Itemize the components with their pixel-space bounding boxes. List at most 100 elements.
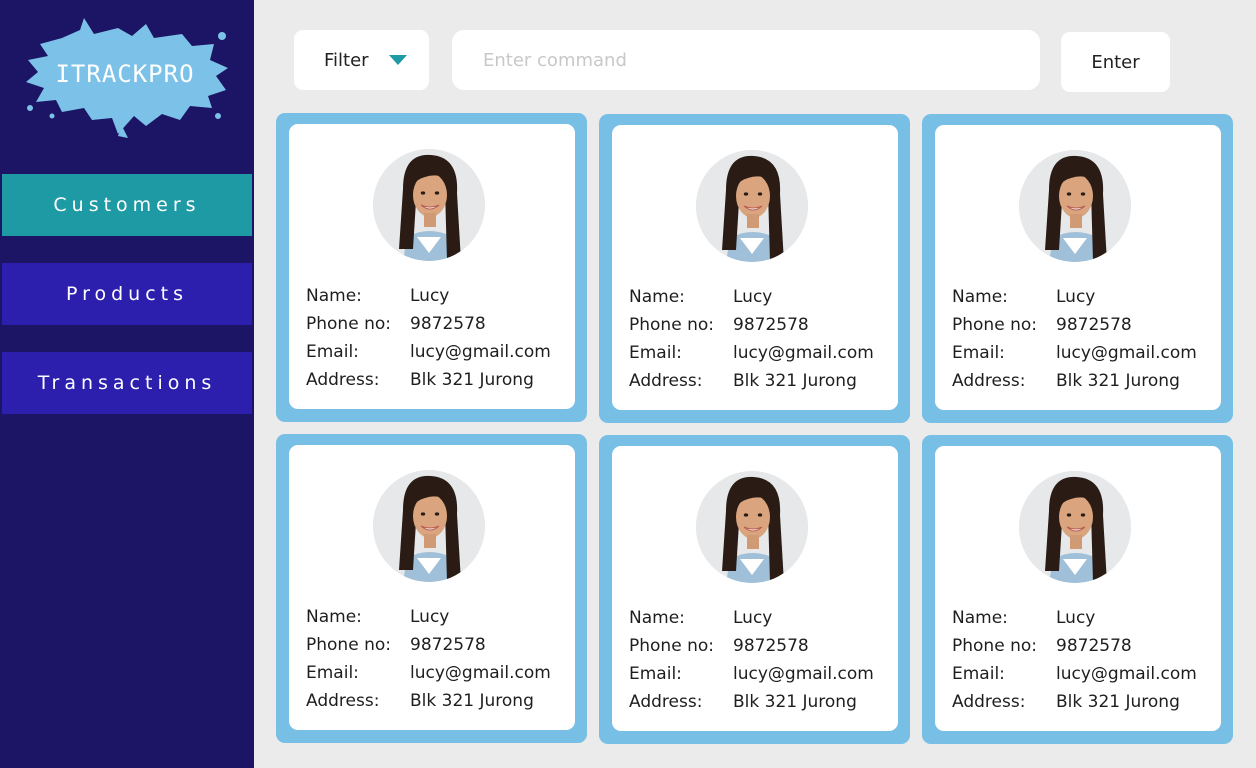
customer-phone: 9872578 — [410, 314, 486, 334]
address-label: Address: — [629, 371, 703, 391]
name-row: Name: Lucy — [952, 604, 1214, 632]
customer-address: Blk 321 Jurong — [1056, 692, 1180, 712]
phone-row: Phone no: 9872578 — [629, 632, 891, 660]
customer-card-body: Name: Lucy Phone no: 9872578 Email: lucy… — [289, 124, 575, 409]
customer-phone: 9872578 — [1056, 315, 1132, 335]
email-row: Email: lucy@gmail.com — [952, 339, 1214, 367]
filter-label: Filter — [324, 49, 369, 71]
app-logo[interactable]: iTrackPro — [22, 16, 232, 138]
customer-name: Lucy — [410, 286, 450, 306]
email-row: Email: lucy@gmail.com — [629, 660, 891, 688]
avatar-photo-icon — [373, 470, 485, 582]
name-row: Name: Lucy — [306, 282, 568, 310]
phone-label: Phone no: — [306, 314, 391, 334]
name-label: Name: — [306, 286, 362, 306]
phone-row: Phone no: 9872578 — [952, 311, 1214, 339]
email-label: Email: — [629, 664, 682, 684]
customer-card[interactable]: Name: Lucy Phone no: 9872578 Email: lucy… — [922, 114, 1233, 423]
email-row: Email: lucy@gmail.com — [306, 659, 568, 687]
customer-phone: 9872578 — [410, 635, 486, 655]
phone-label: Phone no: — [306, 635, 391, 655]
customer-email: lucy@gmail.com — [410, 342, 551, 362]
customer-card[interactable]: Name: Lucy Phone no: 9872578 Email: lucy… — [599, 114, 910, 423]
name-label: Name: — [952, 287, 1008, 307]
email-label: Email: — [952, 664, 1005, 684]
name-row: Name: Lucy — [629, 283, 891, 311]
customer-info: Name: Lucy Phone no: 9872578 Email: lucy… — [952, 604, 1214, 716]
address-row: Address: Blk 321 Jurong — [629, 367, 891, 395]
address-label: Address: — [629, 692, 703, 712]
address-label: Address: — [306, 370, 380, 390]
sidebar-item-products[interactable]: Products — [2, 263, 252, 325]
avatar — [1019, 150, 1131, 262]
customer-email: lucy@gmail.com — [1056, 343, 1197, 363]
customer-address: Blk 321 Jurong — [733, 371, 857, 391]
address-label: Address: — [952, 692, 1026, 712]
address-label: Address: — [306, 691, 380, 711]
avatar-photo-icon — [696, 150, 808, 262]
customer-info: Name: Lucy Phone no: 9872578 Email: lucy… — [306, 603, 568, 715]
email-row: Email: lucy@gmail.com — [306, 338, 568, 366]
address-row: Address: Blk 321 Jurong — [306, 687, 568, 715]
customer-email: lucy@gmail.com — [1056, 664, 1197, 684]
phone-label: Phone no: — [952, 315, 1037, 335]
customer-address: Blk 321 Jurong — [410, 691, 534, 711]
address-row: Address: Blk 321 Jurong — [952, 688, 1214, 716]
avatar — [373, 470, 485, 582]
address-row: Address: Blk 321 Jurong — [306, 366, 568, 394]
phone-row: Phone no: 9872578 — [306, 631, 568, 659]
customer-phone: 9872578 — [733, 636, 809, 656]
email-row: Email: lucy@gmail.com — [629, 339, 891, 367]
phone-row: Phone no: 9872578 — [952, 632, 1214, 660]
avatar — [696, 471, 808, 583]
name-row: Name: Lucy — [952, 283, 1214, 311]
avatar — [696, 150, 808, 262]
customer-name: Lucy — [410, 607, 450, 627]
command-input[interactable] — [452, 30, 1040, 90]
name-row: Name: Lucy — [629, 604, 891, 632]
email-row: Email: lucy@gmail.com — [952, 660, 1214, 688]
customer-card-body: Name: Lucy Phone no: 9872578 Email: lucy… — [935, 446, 1221, 731]
name-row: Name: Lucy — [306, 603, 568, 631]
address-row: Address: Blk 321 Jurong — [952, 367, 1214, 395]
phone-label: Phone no: — [952, 636, 1037, 656]
avatar-photo-icon — [696, 471, 808, 583]
customer-card-body: Name: Lucy Phone no: 9872578 Email: lucy… — [612, 446, 898, 731]
customer-card[interactable]: Name: Lucy Phone no: 9872578 Email: lucy… — [599, 435, 910, 744]
customer-address: Blk 321 Jurong — [733, 692, 857, 712]
customer-phone: 9872578 — [733, 315, 809, 335]
sidebar: iTrackPro Customers Products Transaction… — [0, 0, 254, 768]
customer-card[interactable]: Name: Lucy Phone no: 9872578 Email: lucy… — [276, 434, 587, 743]
email-label: Email: — [306, 663, 359, 683]
customer-card[interactable]: Name: Lucy Phone no: 9872578 Email: lucy… — [276, 113, 587, 422]
name-label: Name: — [306, 607, 362, 627]
name-label: Name: — [629, 287, 685, 307]
name-label: Name: — [952, 608, 1008, 628]
customer-info: Name: Lucy Phone no: 9872578 Email: lucy… — [629, 283, 891, 395]
sidebar-item-customers[interactable]: Customers — [2, 174, 252, 236]
customer-card-body: Name: Lucy Phone no: 9872578 Email: lucy… — [289, 445, 575, 730]
filter-dropdown[interactable]: Filter — [294, 30, 429, 90]
avatar — [373, 149, 485, 261]
enter-button[interactable]: Enter — [1061, 32, 1170, 92]
customer-email: lucy@gmail.com — [733, 664, 874, 684]
avatar-photo-icon — [1019, 150, 1131, 262]
customer-info: Name: Lucy Phone no: 9872578 Email: lucy… — [952, 283, 1214, 395]
avatar-photo-icon — [373, 149, 485, 261]
name-label: Name: — [629, 608, 685, 628]
phone-label: Phone no: — [629, 636, 714, 656]
customer-name: Lucy — [1056, 608, 1096, 628]
email-label: Email: — [952, 343, 1005, 363]
customer-email: lucy@gmail.com — [733, 343, 874, 363]
customer-phone: 9872578 — [1056, 636, 1132, 656]
caret-down-icon — [388, 55, 407, 65]
sidebar-item-transactions[interactable]: Transactions — [2, 352, 252, 414]
customer-name: Lucy — [1056, 287, 1096, 307]
customer-name: Lucy — [733, 287, 773, 307]
address-label: Address: — [952, 371, 1026, 391]
customer-card[interactable]: Name: Lucy Phone no: 9872578 Email: lucy… — [922, 435, 1233, 744]
customer-card-body: Name: Lucy Phone no: 9872578 Email: lucy… — [612, 125, 898, 410]
avatar — [1019, 471, 1131, 583]
customer-info: Name: Lucy Phone no: 9872578 Email: lucy… — [629, 604, 891, 716]
phone-row: Phone no: 9872578 — [629, 311, 891, 339]
